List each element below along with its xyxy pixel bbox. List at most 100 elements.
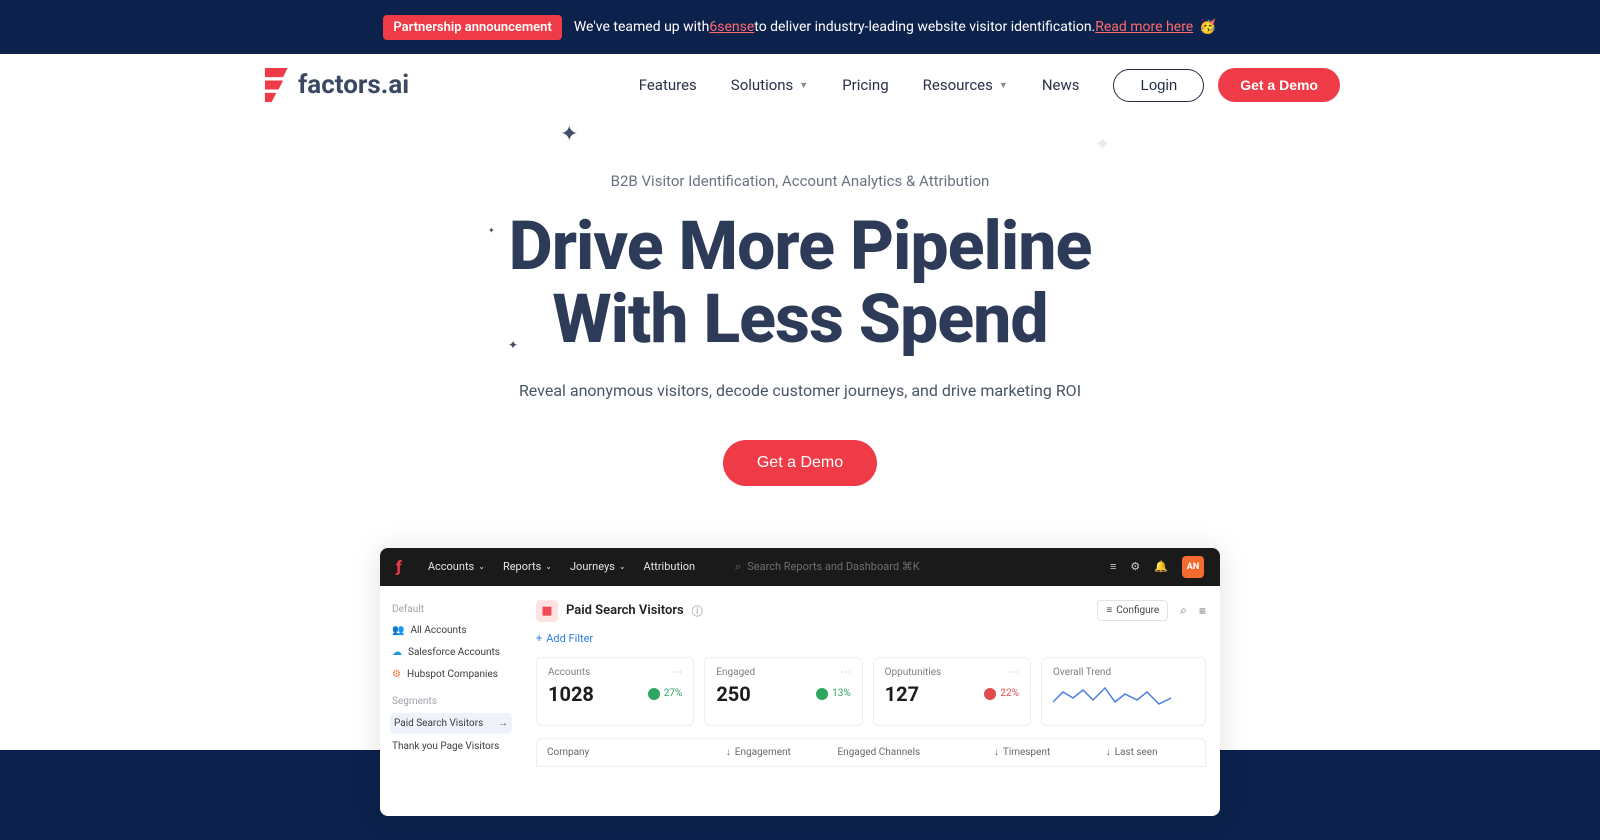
nav-news[interactable]: News bbox=[1042, 76, 1080, 94]
col-label: Timespent bbox=[1003, 747, 1050, 758]
sparkle-icon: ✦ bbox=[508, 338, 518, 352]
nav-solutions-label: Solutions bbox=[731, 76, 794, 94]
sort-icon[interactable]: ≡ bbox=[1199, 604, 1206, 618]
announcement-partner-link[interactable]: 6sense bbox=[709, 19, 754, 35]
page-title: ▦ Paid Search Visitors ⓘ bbox=[536, 600, 703, 622]
col-label: Engagement bbox=[735, 747, 791, 758]
app-search[interactable]: ⌕ Search Reports and Dashboard ⌘K bbox=[735, 560, 1090, 574]
app-menu-accounts[interactable]: Accounts ⌄ bbox=[428, 560, 485, 573]
sidebar-label: Paid Search Visitors bbox=[394, 718, 483, 729]
app-topbar: ƒ Accounts ⌄ Reports ⌄ Journeys ⌄ Attrib… bbox=[380, 548, 1220, 586]
app-preview: ƒ Accounts ⌄ Reports ⌄ Journeys ⌄ Attrib… bbox=[380, 548, 1220, 816]
gear-icon[interactable]: ⚙ bbox=[1130, 560, 1140, 573]
sort-desc-icon: ↓ bbox=[1106, 747, 1111, 758]
stat-value: 250 bbox=[716, 682, 750, 706]
sort-desc-icon: ↓ bbox=[994, 747, 999, 758]
bell-icon[interactable]: 🔔 bbox=[1154, 560, 1168, 573]
nav-pricing[interactable]: Pricing bbox=[842, 76, 888, 94]
search-icon[interactable]: ⌕ bbox=[1180, 603, 1187, 618]
sidebar-item-all-accounts[interactable]: 👥All Accounts bbox=[390, 621, 512, 640]
add-filter-label: Add Filter bbox=[546, 632, 593, 645]
sidebar-item-salesforce[interactable]: ☁Salesforce Accounts bbox=[390, 643, 512, 662]
stat-label: Opputunities bbox=[885, 667, 942, 678]
hero-subheadline: Reveal anonymous visitors, decode custom… bbox=[0, 381, 1600, 400]
col-engagement[interactable]: ↓ Engagement bbox=[726, 747, 838, 758]
more-icon[interactable]: ⋯ bbox=[672, 667, 682, 678]
down-indicator-icon bbox=[984, 688, 996, 700]
stat-value: 127 bbox=[885, 682, 919, 706]
brand-logo[interactable]: factors.ai bbox=[260, 68, 409, 102]
col-company[interactable]: Company bbox=[547, 747, 726, 758]
nav-resources[interactable]: Resources▼ bbox=[923, 76, 1008, 94]
up-indicator-icon bbox=[648, 688, 660, 700]
nav-features[interactable]: Features bbox=[639, 76, 697, 94]
announcement-readmore-link[interactable]: Read more here bbox=[1095, 19, 1193, 35]
chevron-down-icon: ⌄ bbox=[545, 562, 552, 571]
nav-actions: Login Get a Demo bbox=[1113, 68, 1340, 102]
stat-pct: 22% bbox=[1000, 688, 1019, 699]
hero-demo-button[interactable]: Get a Demo bbox=[723, 440, 877, 486]
login-button[interactable]: Login bbox=[1113, 69, 1204, 102]
segment-icon: ▦ bbox=[536, 600, 558, 622]
sidebar-label: Salesforce Accounts bbox=[408, 647, 500, 658]
nav-menu: Features Solutions ▼ Pricing Resources▼ N… bbox=[639, 68, 1340, 102]
sparkle-icon: ✦ bbox=[488, 226, 495, 235]
hero-h1-line2: With Less Spend bbox=[552, 279, 1047, 359]
sidebar-label: Thank you Page Visitors bbox=[392, 741, 499, 752]
stat-pct: 27% bbox=[664, 688, 683, 699]
app-main: ▦ Paid Search Visitors ⓘ ≡Configure ⌕ ≡ … bbox=[522, 586, 1220, 816]
app-logo-icon: ƒ bbox=[396, 557, 402, 576]
get-demo-button[interactable]: Get a Demo bbox=[1218, 68, 1340, 102]
more-icon[interactable]: ⋯ bbox=[841, 667, 851, 678]
app-top-menu: Accounts ⌄ Reports ⌄ Journeys ⌄ Attribut… bbox=[428, 560, 695, 573]
sidebar-item-paid-search[interactable]: Paid Search Visitors → bbox=[390, 713, 512, 734]
hero-h1-line1: Drive More Pipeline bbox=[509, 206, 1092, 286]
sliders-icon: ≡ bbox=[1106, 605, 1112, 616]
stat-card-opportunities: Opputunities ⋯ 127 22% bbox=[873, 657, 1031, 726]
nav-solutions[interactable]: Solutions ▼ bbox=[731, 76, 808, 94]
info-icon[interactable]: ⓘ bbox=[692, 603, 703, 619]
more-icon[interactable]: ⋯ bbox=[1009, 667, 1019, 678]
stat-label: Engaged bbox=[716, 667, 755, 678]
chevron-down-icon: ▼ bbox=[799, 80, 808, 91]
sidebar-group-default: Default bbox=[392, 604, 512, 615]
stat-label: Accounts bbox=[548, 667, 590, 678]
page-title-text: Paid Search Visitors bbox=[566, 603, 684, 618]
configure-button[interactable]: ≡Configure bbox=[1097, 600, 1168, 621]
app-menu-journeys[interactable]: Journeys ⌄ bbox=[570, 560, 626, 573]
arrow-right-icon: → bbox=[498, 718, 508, 729]
col-timespent[interactable]: ↓ Timespent bbox=[994, 747, 1106, 758]
sidebar-item-thank-you[interactable]: Thank you Page Visitors bbox=[390, 737, 512, 756]
hero-headline: Drive More Pipeline With Less Spend bbox=[0, 210, 1600, 357]
brand-name: factors.ai bbox=[298, 70, 409, 100]
app-menu-journeys-label: Journeys bbox=[570, 560, 615, 573]
chevron-down-icon: ⌄ bbox=[478, 562, 485, 571]
sort-desc-icon: ↓ bbox=[726, 747, 731, 758]
stat-card-engaged: Engaged⋯ 25013% bbox=[704, 657, 862, 726]
trend-label: Overall Trend bbox=[1053, 667, 1194, 678]
people-icon: 👥 bbox=[392, 625, 404, 636]
announcement-bar: Partnership announcement We've teamed up… bbox=[0, 0, 1600, 54]
hero-section: ✦ ✦ ✦ ✦ B2B Visitor Identification, Acco… bbox=[0, 116, 1600, 510]
app-menu-attribution[interactable]: Attribution bbox=[644, 560, 696, 573]
nav-resources-label: Resources bbox=[923, 76, 993, 94]
sparkle-icon: ✦ bbox=[560, 122, 578, 147]
sidebar-label: Hubspot Companies bbox=[407, 669, 498, 680]
stat-value: 1028 bbox=[548, 682, 594, 706]
sparkle-icon: ✦ bbox=[1095, 134, 1110, 155]
up-indicator-icon bbox=[816, 688, 828, 700]
list-icon[interactable]: ≡ bbox=[1110, 560, 1116, 573]
col-lastseen[interactable]: ↓Last seen bbox=[1106, 747, 1195, 758]
trend-sparkline-icon bbox=[1053, 682, 1173, 712]
col-channels[interactable]: Engaged Channels bbox=[837, 747, 993, 758]
hubspot-icon: ⚙ bbox=[392, 669, 401, 680]
app-menu-accounts-label: Accounts bbox=[428, 560, 474, 573]
sidebar-item-hubspot[interactable]: ⚙ Hubspot Companies bbox=[390, 665, 512, 684]
chevron-down-icon: ⌄ bbox=[619, 562, 626, 571]
announcement-badge: Partnership announcement bbox=[383, 15, 561, 40]
avatar[interactable]: AN bbox=[1182, 556, 1204, 578]
logo-mark-icon bbox=[260, 68, 288, 102]
party-emoji-icon: 🥳 bbox=[1199, 19, 1216, 35]
add-filter-button[interactable]: +Add Filter bbox=[536, 632, 1206, 645]
app-menu-reports[interactable]: Reports ⌄ bbox=[503, 560, 552, 573]
